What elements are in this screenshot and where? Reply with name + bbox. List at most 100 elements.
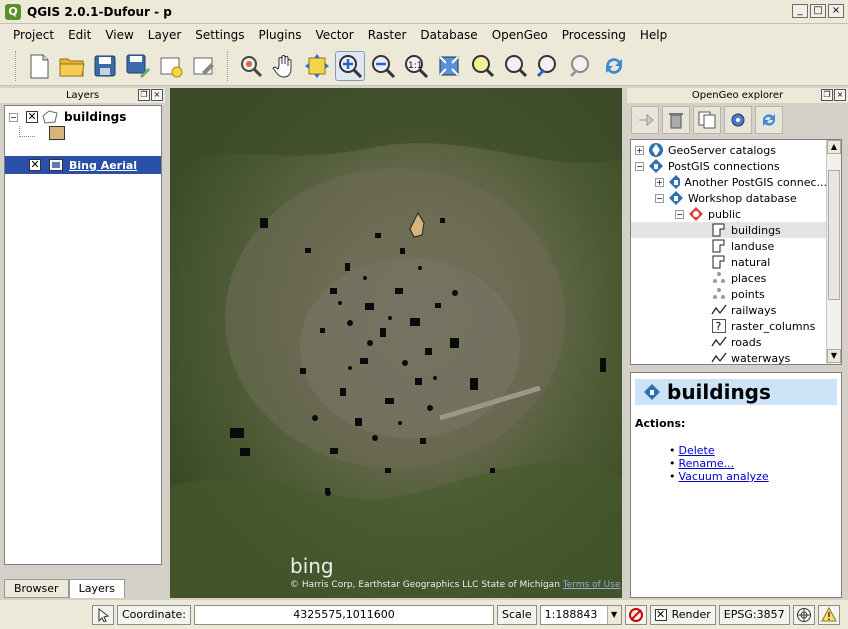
menu-opengeo[interactable]: OpenGeo — [485, 28, 555, 42]
collapse-toggle[interactable]: − — [655, 193, 664, 203]
render-toggle[interactable]: ✕ Render — [649, 604, 716, 625]
open-project-button[interactable] — [57, 51, 87, 81]
touch-zoom-button[interactable] — [236, 51, 266, 81]
explorer-panel-close-button[interactable]: × — [834, 89, 846, 101]
layer-name[interactable]: buildings — [64, 110, 126, 124]
crs-projection-button[interactable] — [792, 604, 815, 625]
tree-item-public[interactable]: − public — [631, 206, 827, 222]
zoom-full-button[interactable] — [434, 51, 464, 81]
minimize-button[interactable]: _ — [792, 4, 808, 18]
expand-toggle[interactable]: + — [655, 177, 664, 187]
expand-toggle[interactable]: + — [635, 145, 644, 155]
zoom-actual-size-button[interactable]: 1:1 — [401, 51, 431, 81]
layer-row-bing-aerial[interactable]: ✕ Bing Aerial — [5, 156, 161, 174]
menu-edit[interactable]: Edit — [61, 28, 98, 42]
zoom-in-button[interactable] — [335, 50, 365, 81]
save-project-button[interactable] — [90, 51, 120, 81]
layer-row-buildings[interactable]: − ✕ buildings — [9, 108, 126, 126]
layer-name[interactable]: Bing Aerial — [69, 159, 137, 172]
tree-item-postgis-connections[interactable]: − PostGIS connections — [631, 158, 827, 174]
composer-manager-button[interactable] — [189, 51, 219, 81]
scale-combobox[interactable]: 1:188843 ▼ — [539, 604, 622, 625]
map-canvas[interactable]: bing © Harris Corp, Earthstar Geographic… — [170, 88, 622, 598]
pan-button[interactable] — [269, 51, 299, 81]
layer-visibility-checkbox[interactable]: ✕ — [26, 111, 38, 123]
save-as-button[interactable] — [123, 51, 153, 81]
crs-status-button[interactable]: EPSG:3857 — [718, 604, 790, 625]
zoom-to-selection-button[interactable] — [467, 51, 497, 81]
menu-vector[interactable]: Vector — [308, 28, 360, 42]
polygon-icon — [712, 255, 725, 269]
tree-item-landuse[interactable]: landuse — [631, 238, 827, 254]
toggle-extents-button[interactable] — [92, 604, 114, 625]
explorer-panel-title-text: OpenGeo explorer — [691, 90, 784, 101]
tree-item-workshop-database[interactable]: − Workshop database — [631, 190, 827, 206]
collapse-toggle[interactable]: − — [635, 161, 644, 171]
messages-button[interactable] — [817, 604, 840, 625]
layers-panel-float-button[interactable]: ❐ — [138, 89, 150, 101]
zoom-next-button[interactable] — [566, 51, 596, 81]
close-button[interactable]: × — [828, 4, 844, 18]
settings-button[interactable] — [724, 106, 752, 134]
scroll-up-arrow[interactable]: ▲ — [827, 140, 841, 154]
tree-item-natural[interactable]: natural — [631, 254, 827, 270]
tab-browser[interactable]: Browser — [4, 579, 69, 598]
layer-tree[interactable]: − ✕ buildings ✕ Bing Aerial — [4, 105, 162, 565]
explorer-panel-float-button[interactable]: ❐ — [821, 89, 833, 101]
tree-item-label: PostGIS connections — [668, 159, 780, 173]
zoom-last-button[interactable] — [533, 51, 563, 81]
menu-help[interactable]: Help — [633, 28, 674, 42]
menu-settings[interactable]: Settings — [188, 28, 251, 42]
new-project-button[interactable] — [24, 51, 54, 81]
toolbar-grip[interactable] — [227, 50, 231, 81]
window-title: QGIS 2.0.1-Dufour - p — [27, 4, 172, 19]
postgis-icon — [649, 159, 663, 173]
stop-render-button[interactable] — [624, 604, 647, 625]
toolbar-grip[interactable] — [15, 50, 19, 81]
delete-action-link[interactable]: Delete — [679, 444, 715, 457]
zoom-to-layer-button[interactable] — [500, 51, 530, 81]
vacuum-analyze-action-link[interactable]: Vacuum analyze — [679, 470, 769, 483]
chevron-down-icon[interactable]: ▼ — [606, 605, 621, 624]
tree-item-waterways[interactable]: waterways — [631, 350, 827, 364]
scroll-down-arrow[interactable]: ▼ — [827, 349, 841, 363]
layer-visibility-checkbox[interactable]: ✕ — [29, 159, 41, 171]
new-print-composer-button[interactable] — [156, 51, 186, 81]
render-checkbox[interactable]: ✕ — [654, 608, 667, 621]
scroll-thumb[interactable] — [828, 170, 840, 300]
terms-of-use-link[interactable]: Terms of Use — [563, 580, 621, 590]
explorer-tree-scrollbar[interactable]: ▲ ▼ — [826, 140, 841, 364]
tree-item-points[interactable]: points — [631, 286, 827, 302]
tree-item-geoserver-catalogs[interactable]: + GeoServer catalogs — [631, 142, 827, 158]
tree-item-roads[interactable]: roads — [631, 334, 827, 350]
menu-view[interactable]: View — [98, 28, 140, 42]
delete-button[interactable] — [662, 106, 690, 134]
explorer-tree[interactable]: + GeoServer catalogs − PostGIS connectio… — [630, 139, 842, 365]
postgis-table-icon — [644, 384, 660, 400]
menu-layer[interactable]: Layer — [141, 28, 188, 42]
collapse-toggle[interactable]: − — [675, 209, 684, 219]
rename-action-link[interactable]: Rename... — [679, 457, 735, 470]
coordinate-input[interactable]: 4325575,1011600 — [194, 604, 495, 625]
pan-to-selection-button[interactable] — [302, 51, 332, 81]
tree-item-buildings[interactable]: buildings — [631, 222, 827, 238]
menu-raster[interactable]: Raster — [361, 28, 414, 42]
layers-panel-close-button[interactable]: × — [151, 89, 163, 101]
tree-item-raster-columns[interactable]: ? raster_columns — [631, 318, 827, 334]
menu-processing[interactable]: Processing — [555, 28, 633, 42]
copy-button[interactable] — [693, 106, 721, 134]
refresh-button[interactable] — [599, 51, 629, 81]
tree-item-railways[interactable]: railways — [631, 302, 827, 318]
tree-item-places[interactable]: places — [631, 270, 827, 286]
refresh-explorer-button[interactable] — [755, 106, 783, 134]
menu-plugins[interactable]: Plugins — [251, 28, 308, 42]
collapse-toggle[interactable]: − — [9, 112, 18, 122]
publish-button[interactable] — [631, 106, 659, 134]
render-label: Render — [671, 608, 711, 621]
maximize-button[interactable]: □ — [810, 4, 826, 18]
menu-project[interactable]: Project — [6, 28, 61, 42]
tab-layers[interactable]: Layers — [68, 579, 125, 598]
tree-item-another-postgis[interactable]: + Another PostGIS connec... — [631, 174, 827, 190]
zoom-out-button[interactable] — [368, 51, 398, 81]
menu-database[interactable]: Database — [413, 28, 484, 42]
